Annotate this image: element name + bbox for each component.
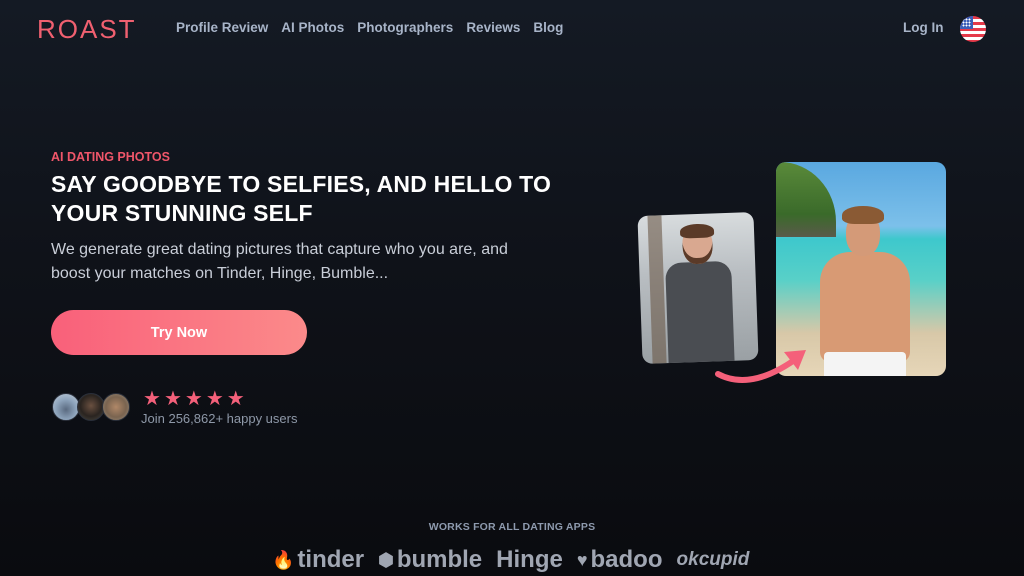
user-avatars — [52, 393, 132, 423]
avatar — [52, 393, 80, 421]
login-link[interactable]: Log In — [903, 20, 944, 35]
star-icon: ★ — [226, 386, 245, 410]
social-proof-text: Join 256,862+ happy users — [141, 411, 298, 426]
roast-logo[interactable]: ROAST — [37, 14, 137, 45]
app-logo-hinge: Hinge — [496, 546, 563, 574]
flag-canton — [960, 16, 973, 29]
app-logo-tinder: 🔥 tinder — [272, 546, 364, 574]
avatar — [77, 393, 105, 421]
hero-headline: SAY GOODBYE TO SELFIES, AND HELLO TO YOU… — [51, 171, 552, 226]
us-flag-icon[interactable] — [960, 16, 986, 42]
nav-link-ai-photos[interactable]: AI Photos — [281, 20, 344, 35]
hair — [679, 223, 715, 239]
nav-links: Profile Review AI Photos Photographers R… — [176, 20, 563, 35]
avatar — [102, 393, 130, 421]
nav-link-blog[interactable]: Blog — [533, 20, 563, 35]
app-logo-bumble: ⬢ bumble — [378, 546, 482, 574]
nav-link-profile-review[interactable]: Profile Review — [176, 20, 268, 35]
app-name: okcupid — [676, 549, 750, 570]
person — [812, 206, 918, 376]
nav-link-reviews[interactable]: Reviews — [466, 20, 520, 35]
dating-app-logos: 🔥 tinder ⬢ bumble Hinge ♥ badoo okcupid — [272, 546, 749, 574]
star-rating: ★ ★ ★ ★ ★ — [143, 386, 245, 410]
app-name: badoo — [590, 546, 663, 573]
flame-icon: 🔥 — [272, 549, 295, 570]
star-icon: ★ — [205, 386, 224, 410]
star-icon: ★ — [184, 386, 203, 410]
star-icon: ★ — [163, 386, 182, 410]
works-heading: WORKS FOR ALL DATING APPS — [428, 521, 596, 533]
hero-eyebrow: AI DATING PHOTOS — [51, 150, 170, 164]
shorts — [824, 352, 906, 376]
hair — [842, 206, 884, 224]
try-now-button[interactable]: Try Now — [51, 310, 307, 355]
app-logo-badoo: ♥ badoo — [577, 546, 663, 574]
hero-subtitle: We generate great dating pictures that c… — [51, 241, 508, 282]
torso — [820, 252, 910, 362]
nav-link-photographers[interactable]: Photographers — [357, 20, 453, 35]
heart-icon: ♥ — [576, 549, 588, 570]
app-name: tinder — [297, 546, 365, 573]
app-logo-okcupid: okcupid — [677, 549, 750, 571]
hexagon-icon: ⬢ — [378, 549, 394, 570]
star-icon: ★ — [143, 386, 161, 410]
app-name: bumble — [396, 546, 483, 573]
app-name: Hinge — [496, 546, 563, 573]
curved-arrow-icon — [715, 350, 806, 383]
top-nav: ROAST Profile Review AI Photos Photograp… — [0, 0, 1024, 58]
